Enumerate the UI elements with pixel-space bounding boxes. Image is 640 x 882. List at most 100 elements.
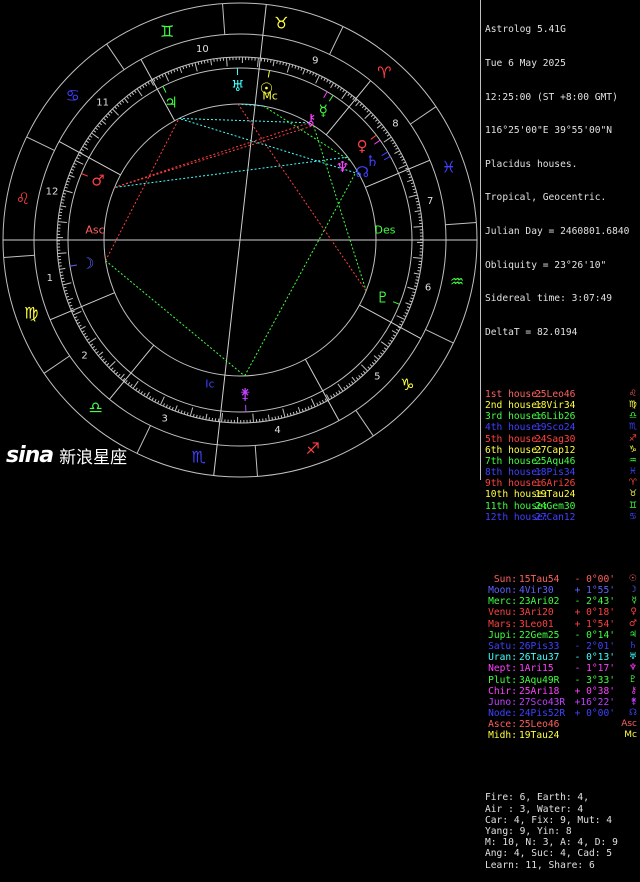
degree-tick bbox=[413, 257, 422, 258]
degree-tick bbox=[344, 387, 346, 389]
aspect-line bbox=[179, 118, 309, 122]
degree-tick bbox=[373, 117, 375, 119]
degree-tick bbox=[383, 129, 385, 131]
house-cusp-value: 25Aqu46 bbox=[535, 456, 575, 467]
degree-tick bbox=[371, 115, 373, 117]
degree-tick bbox=[409, 301, 412, 302]
aspect-line bbox=[115, 123, 309, 188]
degree-tick bbox=[68, 178, 71, 179]
degree-tick bbox=[118, 374, 120, 376]
degree-tick bbox=[227, 57, 228, 66]
degree-tick bbox=[127, 96, 129, 98]
degree-tick bbox=[73, 311, 81, 315]
degree-tick bbox=[287, 64, 289, 73]
degree-tick bbox=[388, 343, 390, 345]
degree-tick bbox=[370, 365, 372, 367]
degree-tick bbox=[110, 111, 112, 113]
degree-tick bbox=[60, 272, 63, 273]
house-cusp-row: 6th house:27Cap12♑ bbox=[485, 445, 640, 456]
degree-tick bbox=[407, 307, 410, 308]
degree-tick bbox=[130, 384, 132, 386]
house-cusp-label: 2nd house: bbox=[485, 400, 531, 411]
planet-aspect: +16°22' bbox=[571, 697, 615, 708]
degree-tick bbox=[384, 348, 386, 350]
sign-glyph-icon: ♒ bbox=[629, 456, 637, 467]
house-cusp-lines bbox=[3, 4, 477, 475]
planet-position: 1Ari15 bbox=[519, 663, 571, 674]
planet-aspect: - 1°17' bbox=[571, 663, 615, 674]
degree-tick bbox=[367, 110, 369, 112]
planet-row: Asce:25Leo46Asc bbox=[485, 719, 640, 730]
sign-glyph-icon: ♑ bbox=[629, 445, 637, 456]
degree-tick bbox=[66, 296, 69, 297]
degree-tick bbox=[69, 175, 75, 177]
house-cusp-value: 19Sco24 bbox=[535, 422, 575, 433]
degree-tick bbox=[160, 397, 164, 405]
degree-tick bbox=[401, 159, 404, 160]
degree-tick bbox=[416, 280, 419, 281]
degree-tick bbox=[417, 207, 420, 208]
planet-label: Node: bbox=[485, 708, 517, 719]
degree-tick bbox=[169, 406, 170, 409]
house-cusp-row: 10th house:19Tau24♉ bbox=[485, 489, 640, 500]
degree-tick bbox=[392, 142, 395, 144]
zodiac-sign-icon: ♏ bbox=[192, 448, 206, 467]
house-cusp-label: 8th house: bbox=[485, 467, 531, 478]
planet-position: 4Vir30 bbox=[519, 585, 571, 596]
house-cusp-row: 5th house:24Sag30♐ bbox=[485, 434, 640, 445]
degree-tick bbox=[329, 81, 330, 84]
degree-tick bbox=[124, 98, 128, 103]
degree-tick bbox=[378, 355, 380, 357]
aspect-line bbox=[179, 118, 359, 173]
planet-glyph-icon: ☊ bbox=[356, 163, 369, 181]
planet-row: Sun:15Tau54- 0°00'☉ bbox=[485, 574, 640, 585]
degree-tick bbox=[80, 326, 85, 329]
delta-t: DeltaT = 82.0194 bbox=[485, 327, 640, 338]
julian-day: Julian Day = 2460801.6840 bbox=[485, 226, 640, 237]
zodiac-sign-icon: ♉ bbox=[274, 13, 288, 32]
degree-tick bbox=[122, 100, 124, 102]
degree-tick bbox=[280, 62, 281, 65]
house-cusp-line bbox=[141, 59, 175, 120]
degree-tick bbox=[413, 189, 416, 190]
degree-tick bbox=[159, 76, 160, 79]
planet-glyph-icon: ♅ bbox=[629, 652, 637, 663]
degree-tick bbox=[415, 283, 418, 284]
degree-tick bbox=[275, 417, 276, 420]
obliquity: Obliquity = 23°26'10" bbox=[485, 260, 640, 271]
house-cusp-line bbox=[109, 345, 153, 399]
imum-coeli-label: Ic bbox=[205, 378, 214, 391]
degree-tick bbox=[70, 172, 73, 173]
degree-tick bbox=[322, 400, 323, 403]
degree-tick bbox=[62, 196, 65, 197]
degree-tick bbox=[94, 349, 96, 351]
degree-tick bbox=[401, 321, 404, 322]
planet-position: 19Tau24 bbox=[519, 730, 571, 741]
degree-tick bbox=[325, 399, 326, 402]
planet-marker bbox=[384, 156, 390, 159]
degree-tick bbox=[142, 85, 144, 88]
planet-glyph-icon: ⚵ bbox=[240, 385, 251, 403]
house-cusp-row: 12th house:27Can12♋ bbox=[485, 512, 640, 523]
degree-tick bbox=[384, 137, 391, 142]
degree-tick bbox=[73, 166, 76, 167]
planet-label: Asce: bbox=[485, 719, 517, 730]
degree-tick bbox=[63, 283, 72, 285]
degree-tick bbox=[172, 407, 173, 410]
degree-tick bbox=[302, 409, 303, 412]
degree-tick bbox=[399, 165, 407, 169]
degree-tick bbox=[415, 198, 418, 199]
planet-aspect: - 0°13' bbox=[571, 652, 615, 663]
degree-tick bbox=[375, 119, 377, 121]
planet-marker bbox=[268, 71, 269, 78]
degree-tick bbox=[417, 204, 420, 205]
degree-tick bbox=[396, 148, 399, 150]
degree-tick bbox=[360, 104, 362, 106]
planet-position: 26Pis33 bbox=[519, 641, 571, 652]
planet-row: Nept:1Ari15- 1°17'♆ bbox=[485, 663, 640, 674]
degree-tick bbox=[87, 339, 90, 341]
house-cusp-label: 10th house: bbox=[485, 489, 531, 500]
house-cusp-row: 8th house:18Pis34♓ bbox=[485, 467, 640, 478]
degree-tick bbox=[146, 392, 149, 397]
degree-tick bbox=[132, 92, 134, 94]
